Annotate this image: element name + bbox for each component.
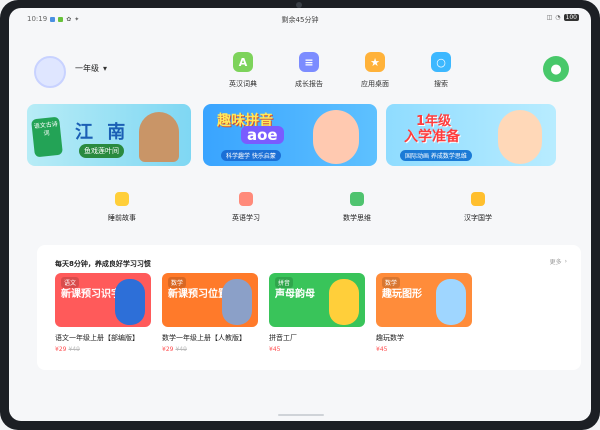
chevron-right-icon: ›	[564, 258, 567, 265]
wifi-icon: ◔	[555, 14, 561, 21]
course-cover: 拼音 声母韵母	[269, 273, 365, 327]
signal-icon: ◫	[546, 14, 553, 21]
course-tag: 数学	[382, 277, 401, 288]
dictionary-icon: A	[233, 52, 253, 72]
course-cover-text: 趣玩图形	[382, 289, 422, 300]
course-cover-text: 声母韵母	[275, 289, 315, 300]
chinese-characters-icon	[471, 192, 485, 206]
course-price: ¥45	[269, 346, 365, 353]
course-name: 数学一年级上册【人教版】	[162, 334, 246, 342]
course-price: ¥29 ¥49	[55, 346, 151, 353]
price: ¥45	[269, 346, 281, 353]
original-price: ¥49	[68, 346, 80, 353]
banner-subtitle: 科学趣学 快乐启蒙	[221, 150, 281, 161]
user-icon: ●	[550, 61, 562, 77]
bedtime-story-icon	[115, 192, 129, 206]
banner-subtitle: 国际动画 养成数学思维	[400, 150, 472, 161]
report-icon: ≡	[299, 52, 319, 72]
course-cover: 数学 趣玩图形	[376, 273, 472, 327]
search-icon: ○	[431, 52, 451, 72]
category-label: 数学思维	[343, 214, 371, 222]
course-card[interactable]: 拼音 声母韵母 拼音工厂 ¥45	[269, 273, 365, 353]
category-label: 英语学习	[232, 214, 260, 222]
category-math[interactable]: 数学思维	[312, 192, 402, 223]
course-cover: 数学 新课预习位置	[162, 273, 258, 327]
profile-button[interactable]: ●	[543, 56, 569, 82]
course-tag: 拼音	[275, 277, 294, 288]
course-tag: 语文	[61, 277, 80, 288]
nav-dictionary[interactable]: A 英汉词典	[219, 52, 267, 89]
course-tag: 数学	[168, 277, 187, 288]
nav-growth-report[interactable]: ≡ 成长报告	[285, 52, 333, 89]
teacher-illustration	[115, 279, 145, 325]
course-price: ¥45	[376, 346, 472, 353]
boy-illustration	[498, 110, 542, 164]
course-name: 语文一年级上册【部编版】	[55, 334, 139, 342]
category-label: 汉字国学	[464, 214, 492, 222]
course-card[interactable]: 数学 趣玩图形 趣玩数学 ¥45	[376, 273, 472, 353]
more-label: 更多	[549, 259, 562, 266]
banner-jiangnan[interactable]: 语文古诗词 江 南 鱼戏莲叶间	[27, 104, 191, 166]
app-desktop-icon: ★	[365, 52, 385, 72]
top-nav: A 英汉词典 ≡ 成长报告 ★ 应用桌面 ○ 搜索	[219, 52, 465, 89]
price: ¥29	[55, 346, 67, 353]
course-card[interactable]: 语文 新课预习识字 语文一年级上册【部编版】 ¥29 ¥49	[55, 273, 151, 353]
banner-pinyin[interactable]: 趣味拼音 aoe 科学趣学 快乐启蒙	[203, 104, 377, 166]
banner-grade1-ready[interactable]: 1年级 入学准备 国际动画 养成数学思维	[386, 104, 556, 166]
course-price: ¥29 ¥49	[162, 346, 258, 353]
more-link[interactable]: 更多 ›	[550, 257, 567, 266]
screen: 10:19 ✿ ✦ 剩余45分钟 ◫ ◔ 100 一年级 ▾ A 英汉词典 ≡ …	[9, 8, 591, 421]
price: ¥45	[376, 346, 388, 353]
course-name: 拼音工厂	[269, 334, 297, 342]
status-right: ◫ ◔ 100	[547, 14, 579, 21]
english-book-icon	[239, 192, 253, 206]
course-card[interactable]: 数学 新课预习位置 数学一年级上册【人教版】 ¥29 ¥49	[162, 273, 258, 353]
category-english[interactable]: 英语学习	[201, 192, 291, 223]
nav-label: 成长报告	[295, 80, 323, 88]
banner-letters: aoe	[241, 126, 284, 144]
home-indicator[interactable]	[278, 414, 324, 416]
status-bar: 10:19 ✿ ✦ 剩余45分钟 ◫ ◔ 100	[9, 8, 591, 30]
nav-label: 英汉词典	[229, 80, 257, 88]
section-title: 每天8分钟，养成良好学习习惯	[55, 260, 151, 268]
poet-illustration	[139, 112, 179, 162]
category-bedtime-story[interactable]: 睡前故事	[77, 192, 167, 223]
girl-illustration	[313, 110, 359, 164]
original-price: ¥49	[175, 346, 187, 353]
banner-tag: 语文古诗词	[31, 116, 63, 158]
grade-selector[interactable]: 一年级 ▾	[75, 63, 107, 74]
banner-title-2: 入学准备	[404, 129, 460, 145]
nav-search[interactable]: ○ 搜索	[417, 52, 465, 89]
course-name: 趣玩数学	[376, 334, 404, 342]
course-cover-text: 新课预习位置	[168, 289, 228, 300]
mascot-illustration	[436, 279, 466, 325]
category-label: 睡前故事	[108, 214, 136, 222]
tablet-frame: 10:19 ✿ ✦ 剩余45分钟 ◫ ◔ 100 一年级 ▾ A 英汉词典 ≡ …	[0, 0, 600, 430]
grade-label: 一年级	[75, 64, 99, 73]
banner-subtitle: 鱼戏莲叶间	[79, 144, 124, 158]
category-chinese[interactable]: 汉字国学	[433, 192, 523, 223]
battery-icon: 100	[563, 14, 579, 21]
math-thinking-icon	[350, 192, 364, 206]
banner-title: 江 南	[75, 122, 130, 143]
habit-section: 每天8分钟，养成良好学习习惯 更多 › 语文 新课预习识字 语文一年级上册【部编…	[37, 245, 581, 370]
avatar[interactable]	[34, 56, 66, 88]
price: ¥29	[162, 346, 174, 353]
tiger-illustration	[329, 279, 359, 325]
course-cover-text: 新课预习识字	[61, 289, 121, 300]
caret-down-icon: ▾	[103, 64, 108, 73]
course-cover: 语文 新课预习识字	[55, 273, 151, 327]
robot-illustration	[222, 279, 252, 325]
nav-label: 搜索	[434, 80, 448, 88]
remaining-time: 剩余45分钟	[281, 16, 319, 24]
nav-label: 应用桌面	[361, 80, 389, 88]
nav-app-desktop[interactable]: ★ 应用桌面	[351, 52, 399, 89]
